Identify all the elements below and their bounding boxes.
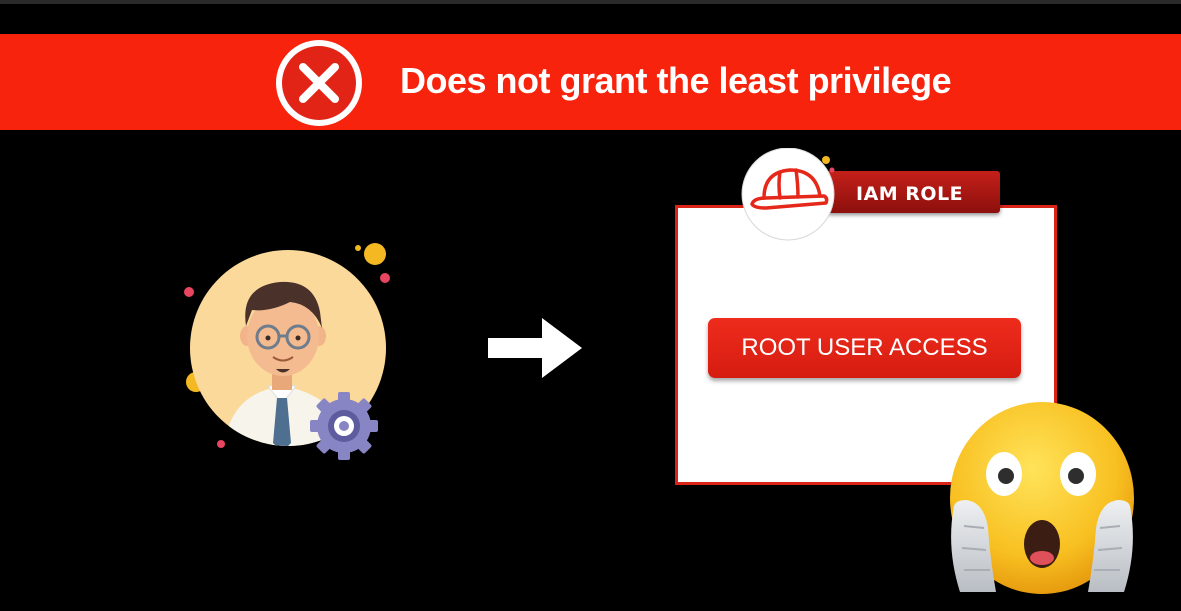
top-border xyxy=(0,0,1181,4)
face-screaming-in-fear-emoji xyxy=(950,402,1134,594)
hard-hat-icon xyxy=(741,148,835,241)
cross-mark-icon xyxy=(276,40,362,126)
developer-avatar-icon xyxy=(184,243,390,460)
gear-icon xyxy=(310,392,378,460)
right-arrow-icon xyxy=(488,318,582,378)
root-user-access-button[interactable]: ROOT USER ACCESS xyxy=(708,318,1021,378)
banner-title: Does not grant the least privilege xyxy=(400,60,952,101)
iam-role-tag-label: IAM ROLE xyxy=(856,183,964,205)
iam-role-tag: IAM ROLE xyxy=(826,171,1000,213)
